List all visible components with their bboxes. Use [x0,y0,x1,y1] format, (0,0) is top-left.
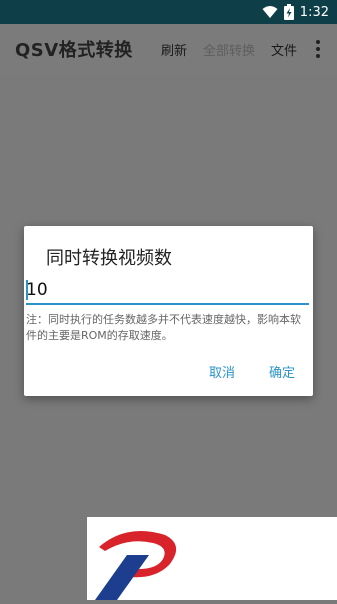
refresh-button[interactable]: 刷新 [153,24,195,74]
input-underline [26,303,309,305]
brand-logo-icon [95,531,177,600]
concurrent-count-input[interactable] [26,278,309,302]
ok-button[interactable]: 确定 [269,362,295,381]
text-cursor [26,280,28,300]
file-button[interactable]: 文件 [263,24,305,74]
more-vert-icon[interactable] [305,40,331,58]
status-time: 1:32 [299,4,329,20]
app-bar: QSV格式转换 刷新 全部转换 文件 [0,24,337,74]
wifi-icon [262,6,278,18]
status-icons: 1:32 [262,4,337,20]
battery-charging-icon [283,4,294,20]
app-actions: 刷新 全部转换 文件 [153,24,337,74]
dialog-note: 注：同时执行的任务数越多并不代表速度越快，影响本软件的主要是ROM的存取速度。 [26,313,301,342]
status-bar: 1:32 [0,0,337,24]
logo-banner [87,517,337,600]
cancel-button[interactable]: 取消 [209,362,235,381]
dialog-title: 同时转换视频数 [46,248,172,269]
dialog-buttons: 取消 确定 [209,362,295,381]
convert-all-button[interactable]: 全部转换 [195,24,263,74]
concurrent-conversions-dialog: 同时转换视频数 注：同时执行的任务数越多并不代表速度越快，影响本软件的主要是RO… [24,226,313,396]
app-title: QSV格式转换 [15,40,133,61]
